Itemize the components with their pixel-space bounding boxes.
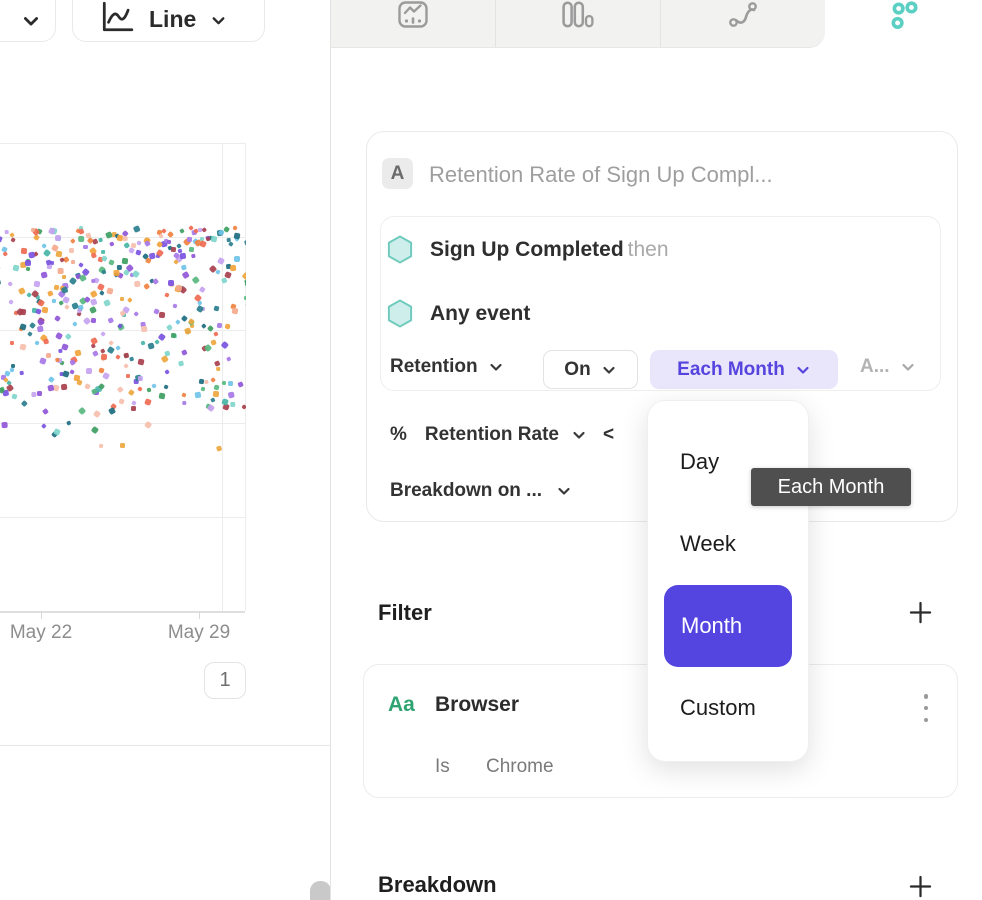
comparison-operator: < xyxy=(603,424,614,446)
breakdown-dots-icon xyxy=(888,1,920,31)
chevron-down-icon xyxy=(210,12,227,34)
breakdown-on-dropdown[interactable]: Breakdown on ... xyxy=(390,480,572,502)
panel-vertical-divider xyxy=(330,0,331,900)
actives-label: A... xyxy=(860,356,890,378)
measure-dropdown[interactable]: % Retention Rate < xyxy=(390,424,614,446)
bar-chart-icon xyxy=(562,1,594,29)
hexagon-event-icon xyxy=(386,235,414,264)
filter-kebab-menu[interactable] xyxy=(916,692,936,724)
scatter-flow-icon xyxy=(727,1,759,29)
breakdown-on-label: Breakdown on ... xyxy=(390,480,542,502)
plus-icon xyxy=(907,873,934,900)
hexagon-event-icon xyxy=(386,299,414,328)
chevron-down-icon xyxy=(601,362,617,378)
event-row-1[interactable]: Sign Up Completedthen xyxy=(386,235,669,264)
interval-label: Each Month xyxy=(677,359,785,381)
menu-item-custom[interactable]: Custom xyxy=(648,667,808,749)
on-dropdown[interactable]: On xyxy=(543,350,638,389)
plus-icon xyxy=(907,599,934,626)
percent-symbol: % xyxy=(390,424,407,446)
string-type-badge: Aa xyxy=(388,693,415,716)
tab-breakdown-dots-active[interactable] xyxy=(825,0,982,48)
chevron-down-icon xyxy=(900,359,916,375)
filter-operator[interactable]: Is xyxy=(435,756,450,778)
add-breakdown-button[interactable] xyxy=(906,872,934,900)
actives-dropdown[interactable]: A... xyxy=(860,356,916,378)
filter-property-name: Browser xyxy=(435,693,519,717)
x-axis-label: May 29 xyxy=(154,622,244,644)
property-type-badge: Aa xyxy=(388,693,415,717)
interval-dropdown-menu: DayWeekMonthCustom xyxy=(647,400,809,762)
chart-type-selector[interactable]: Line xyxy=(72,0,265,42)
tab-bar-chart[interactable] xyxy=(495,0,660,47)
event-suffix: then xyxy=(628,238,669,261)
event-name: Sign Up Completed xyxy=(430,238,624,261)
measure-label: Retention Rate xyxy=(425,424,559,446)
panel-horizontal-divider xyxy=(0,745,331,746)
event-row-2[interactable]: Any event xyxy=(386,299,530,328)
interval-dropdown[interactable]: Each Month xyxy=(650,350,838,389)
on-label: On xyxy=(564,359,590,381)
series-badge: A xyxy=(382,158,413,189)
tab-insights-chart[interactable] xyxy=(331,0,495,47)
view-tabs xyxy=(331,0,825,48)
retention-type-label: Retention xyxy=(390,356,478,378)
chevron-down-icon xyxy=(488,359,504,375)
chevron-down-icon xyxy=(21,11,41,31)
scrollbar-thumb[interactable] xyxy=(310,881,331,900)
event-name: Any event xyxy=(430,302,530,326)
chevron-down-icon xyxy=(571,427,587,443)
chart-type-label: Line xyxy=(149,4,196,34)
menu-item-week[interactable]: Week xyxy=(648,503,808,585)
add-filter-button[interactable] xyxy=(906,598,934,626)
app-window: Line May 22 May 29 1 xyxy=(0,0,982,900)
chevron-down-icon xyxy=(795,362,811,378)
pagination-page-1-button[interactable]: 1 xyxy=(204,662,246,699)
query-title[interactable]: Retention Rate of Sign Up Compl... xyxy=(429,162,773,188)
filter-value[interactable]: Chrome xyxy=(486,756,554,778)
insights-chart-icon xyxy=(397,1,429,29)
tab-scatter-flow[interactable] xyxy=(660,0,825,47)
x-axis-label: May 22 xyxy=(0,622,86,644)
filter-section-title: Filter xyxy=(378,600,432,626)
retention-type-dropdown[interactable]: Retention xyxy=(390,356,504,378)
chevron-down-icon xyxy=(556,483,572,499)
interval-tooltip: Each Month xyxy=(751,468,911,506)
menu-item-month[interactable]: Month xyxy=(664,585,792,667)
line-chart-icon xyxy=(99,0,135,34)
breakdown-section-title: Breakdown xyxy=(378,872,497,898)
retention-scatter-plot xyxy=(0,143,246,613)
chart-options-button[interactable] xyxy=(0,0,56,42)
